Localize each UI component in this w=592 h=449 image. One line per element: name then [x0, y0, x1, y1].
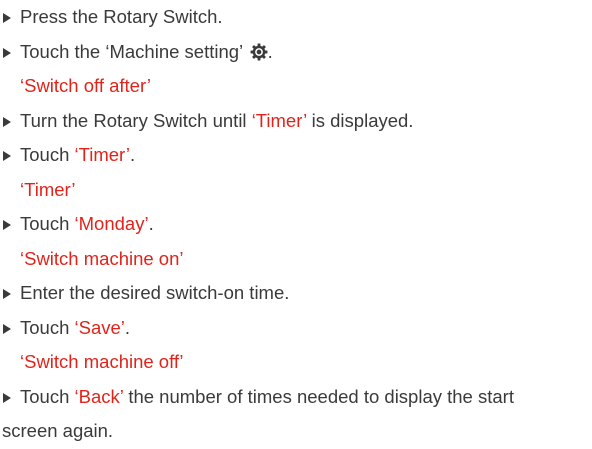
bullet-arrow-icon — [3, 35, 13, 70]
display-label: ‘Switch machine off’ — [20, 351, 184, 372]
instruction-text: the number of times needed to display th… — [123, 385, 514, 407]
instruction-result: ‘Switch machine off’ — [2, 345, 592, 380]
bullet-arrow-icon — [3, 276, 13, 311]
instruction-text: Touch — [20, 316, 75, 338]
gear-icon — [250, 38, 268, 60]
instruction-text: . — [267, 40, 273, 62]
instruction-text: Turn the Rotary Switch until — [20, 109, 252, 131]
bullet-arrow-icon — [3, 138, 13, 173]
instruction-step: Touch ‘Monday’. — [2, 207, 592, 242]
display-label: ‘Timer’ — [74, 144, 131, 165]
instruction-text: Touch — [20, 385, 75, 407]
instruction-text: Touch the ‘Machine setting’ — [20, 40, 248, 62]
instruction-text: . — [148, 213, 154, 234]
bullet-arrow-icon — [3, 104, 13, 139]
bullet-arrow-icon — [3, 311, 13, 346]
instruction-step: Turn the Rotary Switch until ‘Timer’ is … — [2, 104, 592, 139]
instruction-step: Press the Rotary Switch. — [2, 0, 592, 35]
instruction-step: Touch ‘Timer’. — [2, 138, 592, 173]
instruction-text: Touch — [20, 213, 75, 234]
instruction-result: ‘Switch off after’ — [2, 69, 592, 104]
instruction-text: screen again. — [2, 420, 114, 441]
display-label: ‘Timer’ — [251, 109, 307, 131]
display-label: ‘Switch machine on’ — [20, 247, 184, 269]
instruction-step: Enter the desired switch-on time. — [2, 276, 592, 311]
display-label: ‘Switch off after’ — [20, 75, 151, 96]
instruction-continuation: screen again. — [2, 414, 592, 449]
bullet-arrow-icon — [3, 0, 13, 35]
instruction-text: is displayed. — [306, 109, 414, 131]
display-label: ‘Timer’ — [20, 178, 76, 200]
instruction-text: Enter the desired switch-on time. — [20, 282, 290, 303]
display-label: ‘Back’ — [74, 385, 124, 407]
instruction-step: Touch ‘Save’. — [2, 311, 592, 346]
instruction-result: ‘Timer’ — [2, 173, 592, 208]
instruction-text: Touch — [20, 144, 75, 165]
display-label: ‘Save’ — [74, 316, 125, 338]
instruction-step: Touch the ‘Machine setting’ . — [2, 35, 592, 70]
instruction-text: Press the Rotary Switch. — [20, 6, 223, 27]
display-label: ‘Monday’ — [74, 213, 149, 234]
instruction-step: Touch ‘Back’ the number of times needed … — [2, 380, 592, 415]
instruction-text: . — [124, 316, 131, 338]
instruction-result: ‘Switch machine on’ — [2, 242, 592, 277]
bullet-arrow-icon — [3, 207, 13, 242]
instruction-list: Press the Rotary Switch. Touch the ‘Machi… — [0, 0, 592, 449]
instruction-text: . — [130, 144, 136, 165]
bullet-arrow-icon — [3, 380, 13, 415]
